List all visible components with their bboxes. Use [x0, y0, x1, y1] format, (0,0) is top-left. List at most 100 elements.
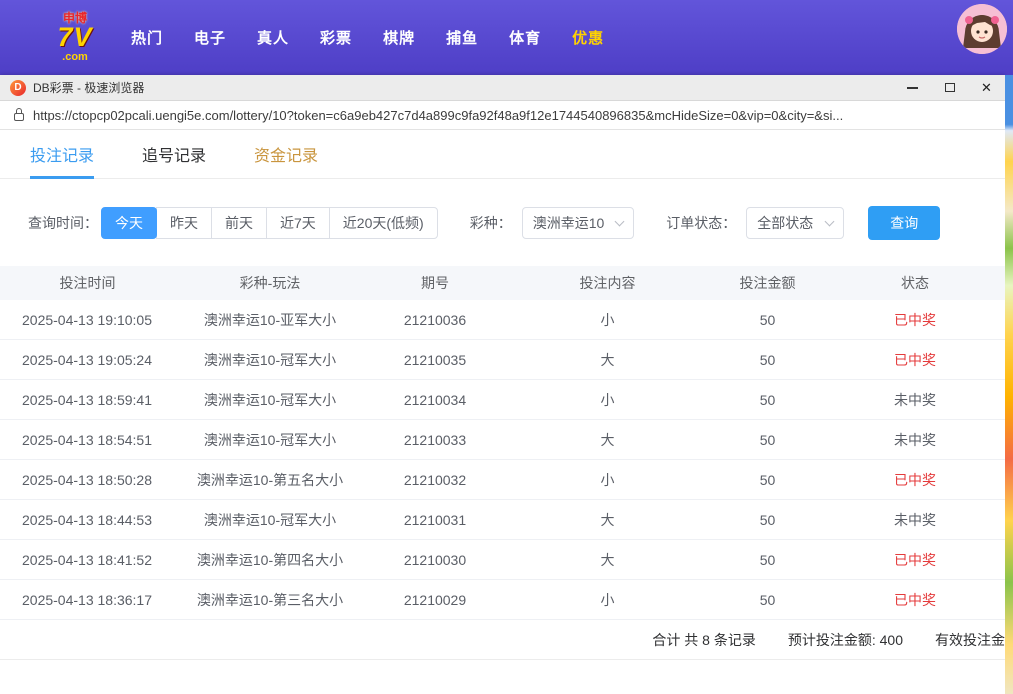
nav-item-优惠[interactable]: 优惠 [572, 27, 604, 48]
tab-投注记录[interactable]: 投注记录 [30, 130, 94, 178]
nav-item-电子[interactable]: 电子 [194, 27, 226, 48]
cell-game: 澳洲幸运10-亚军大小 [175, 310, 365, 330]
nav-item-彩票[interactable]: 彩票 [320, 27, 352, 48]
nav-item-捕鱼[interactable]: 捕鱼 [446, 27, 478, 48]
filter-bar: 查询时间： 今天昨天前天近7天近20天(低频) 彩种： 澳洲幸运10 订单状态：… [0, 179, 1005, 266]
close-button[interactable]: ✕ [968, 75, 1005, 100]
cell-game: 澳洲幸运10-冠军大小 [175, 510, 365, 530]
user-avatar[interactable] [957, 4, 1007, 54]
cell-status: 未中奖 [825, 510, 1005, 530]
cell-amount: 50 [710, 472, 825, 488]
logo-suffix-text: .com [62, 52, 88, 63]
main-nav: 热门 电子 真人 彩票 棋牌 捕鱼 体育 优惠 [131, 27, 604, 48]
cell-issue: 21210034 [365, 392, 505, 408]
summary-valid: 有效投注金额 [935, 630, 1005, 650]
tab-bar: 投注记录追号记录资金记录 [0, 130, 1005, 179]
cell-amount: 50 [710, 392, 825, 408]
minimize-button[interactable] [894, 75, 931, 100]
cell-content: 大 [505, 510, 710, 530]
cell-status: 未中奖 [825, 390, 1005, 410]
summary-expected: 预计投注金额: 400 [788, 630, 903, 650]
cell-status: 已中奖 [825, 350, 1005, 370]
table-row: 2025-04-13 18:54:51澳洲幸运10-冠军大小21210033大5… [0, 420, 1005, 460]
chevron-down-icon [825, 216, 835, 226]
cell-issue: 21210029 [365, 592, 505, 608]
table-row: 2025-04-13 19:05:24澳洲幸运10-冠军大小21210035大5… [0, 340, 1005, 380]
lottery-select[interactable]: 澳洲幸运10 [522, 207, 635, 239]
maximize-button[interactable] [931, 75, 968, 100]
cell-content: 小 [505, 310, 710, 330]
cell-time: 2025-04-13 18:36:17 [0, 592, 175, 608]
chevron-down-icon [615, 216, 625, 226]
url-text[interactable]: https://ctopcp02pcali.uengi5e.com/lotter… [33, 108, 843, 123]
browser-title-bar[interactable]: D DB彩票 - 极速浏览器 ✕ [0, 75, 1005, 101]
order-status-value: 全部状态 [757, 213, 813, 233]
lock-icon [14, 113, 24, 121]
column-header: 期号 [365, 273, 505, 293]
nav-item-真人[interactable]: 真人 [257, 27, 289, 48]
table-row: 2025-04-13 18:36:17澳洲幸运10-第三名大小21210029小… [0, 580, 1005, 620]
tab-资金记录[interactable]: 资金记录 [254, 130, 318, 178]
cell-issue: 21210031 [365, 512, 505, 528]
search-button[interactable]: 查询 [868, 206, 940, 240]
cell-game: 澳洲幸运10-第四名大小 [175, 550, 365, 570]
cell-amount: 50 [710, 352, 825, 368]
time-filter-近7天[interactable]: 近7天 [266, 207, 330, 239]
window-controls: ✕ [894, 75, 1005, 100]
cell-game: 澳洲幸运10-第三名大小 [175, 590, 365, 610]
cell-amount: 50 [710, 312, 825, 328]
cell-issue: 21210032 [365, 472, 505, 488]
cell-status: 已中奖 [825, 550, 1005, 570]
column-header: 投注金额 [710, 273, 825, 293]
site-logo[interactable]: 申博 7V .com [45, 12, 105, 63]
cell-time: 2025-04-13 18:44:53 [0, 512, 175, 528]
background-page-strip [1005, 75, 1013, 694]
table-row: 2025-04-13 18:59:41澳洲幸运10-冠军大小21210034小5… [0, 380, 1005, 420]
cell-time: 2025-04-13 18:54:51 [0, 432, 175, 448]
cell-content: 小 [505, 590, 710, 610]
cell-time: 2025-04-13 19:10:05 [0, 312, 175, 328]
column-header: 状态 [825, 273, 1005, 293]
cell-amount: 50 [710, 552, 825, 568]
cell-time: 2025-04-13 18:59:41 [0, 392, 175, 408]
time-filter-近20天(低频)[interactable]: 近20天(低频) [329, 207, 438, 239]
logo-main-text: 7V [57, 24, 92, 51]
summary-total: 合计 共 8 条记录 [652, 630, 755, 650]
column-header: 彩种-玩法 [175, 273, 365, 293]
cell-time: 2025-04-13 18:41:52 [0, 552, 175, 568]
cell-status: 已中奖 [825, 470, 1005, 490]
lottery-label: 彩种： [470, 213, 512, 233]
column-header: 投注时间 [0, 273, 175, 293]
cell-time: 2025-04-13 18:50:28 [0, 472, 175, 488]
time-filter-label: 查询时间： [28, 213, 98, 233]
cell-time: 2025-04-13 19:05:24 [0, 352, 175, 368]
cell-content: 小 [505, 470, 710, 490]
nav-item-热门[interactable]: 热门 [131, 27, 163, 48]
cell-content: 大 [505, 430, 710, 450]
nav-item-体育[interactable]: 体育 [509, 27, 541, 48]
cell-issue: 21210035 [365, 352, 505, 368]
time-filter-group: 今天昨天前天近7天近20天(低频) [101, 207, 438, 239]
summary-bar: 合计 共 8 条记录 预计投注金额: 400 有效投注金额 [0, 620, 1005, 660]
cell-issue: 21210036 [365, 312, 505, 328]
table-body: 2025-04-13 19:10:05澳洲幸运10-亚军大小21210036小5… [0, 300, 1005, 620]
cell-amount: 50 [710, 432, 825, 448]
table-row: 2025-04-13 19:10:05澳洲幸运10-亚军大小21210036小5… [0, 300, 1005, 340]
order-status-select[interactable]: 全部状态 [746, 207, 844, 239]
column-header: 投注内容 [505, 273, 710, 293]
window-title: DB彩票 - 极速浏览器 [33, 79, 144, 96]
time-filter-前天[interactable]: 前天 [211, 207, 267, 239]
tab-追号记录[interactable]: 追号记录 [142, 130, 206, 178]
time-filter-今天[interactable]: 今天 [101, 207, 157, 239]
cell-issue: 21210030 [365, 552, 505, 568]
lottery-select-value: 澳洲幸运10 [533, 213, 605, 233]
time-filter-昨天[interactable]: 昨天 [156, 207, 212, 239]
cell-game: 澳洲幸运10-冠军大小 [175, 350, 365, 370]
avatar-image [957, 4, 1007, 54]
table-row: 2025-04-13 18:50:28澳洲幸运10-第五名大小21210032小… [0, 460, 1005, 500]
nav-item-棋牌[interactable]: 棋牌 [383, 27, 415, 48]
cell-status: 已中奖 [825, 310, 1005, 330]
table-row: 2025-04-13 18:44:53澳洲幸运10-冠军大小21210031大5… [0, 500, 1005, 540]
cell-amount: 50 [710, 512, 825, 528]
site-header: 申博 7V .com 热门 电子 真人 彩票 棋牌 捕鱼 体育 优惠 [0, 0, 1013, 75]
